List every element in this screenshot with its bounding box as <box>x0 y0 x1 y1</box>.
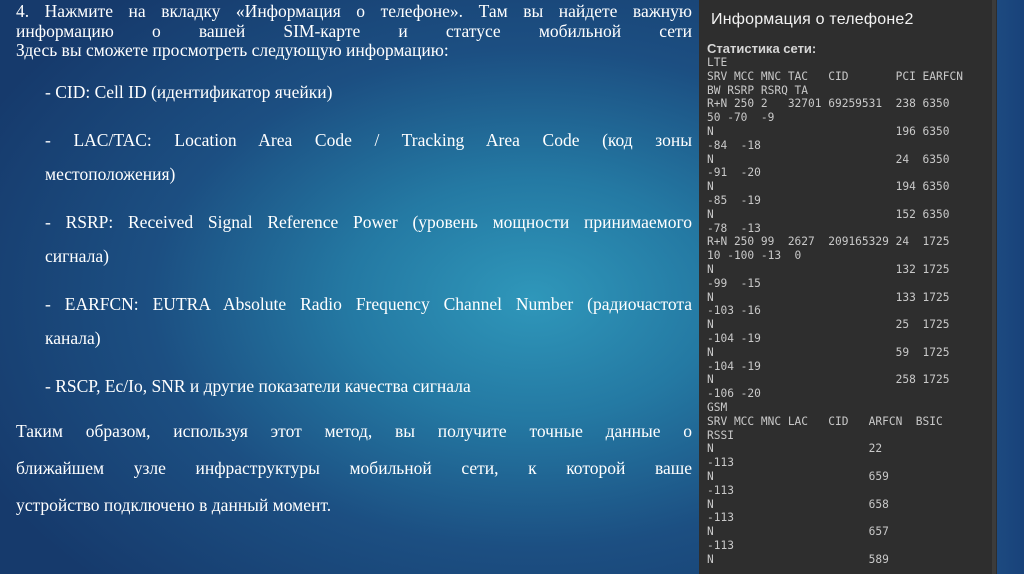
network-stats-line: RSSI <box>707 428 734 442</box>
network-stats-line: N 22 <box>707 442 883 456</box>
bullet-list: - CID: Cell ID (идентификатор ячейки) - … <box>45 75 692 403</box>
network-stats-line: -113 <box>707 483 734 497</box>
network-stats-line: -106 -20 <box>707 387 761 401</box>
bullet-line: сигнала) <box>45 245 109 266</box>
network-stats-line: R+N 250 99 2627 209165329 24 1725 <box>707 235 950 249</box>
network-stats-line: N 194 6350 <box>707 180 950 194</box>
network-stats-line: 50 -70 -9 <box>707 111 775 125</box>
bullet-line: - RSRP: Received Signal Reference Power … <box>45 211 692 232</box>
network-stats-line: -113 <box>707 511 734 525</box>
network-stats-line: -104 -19 <box>707 331 761 345</box>
network-stats-heading: Статистика сети: <box>707 41 817 56</box>
network-stats-line: -113 <box>707 538 734 552</box>
network-stats-line: SRV MCC MNC TAC CID PCI EARFCN <box>707 69 963 83</box>
bullet-line: канала) <box>45 327 101 348</box>
network-stats-line: N 589 <box>707 552 889 566</box>
bullet-line: местоположения) <box>45 163 176 184</box>
conclusion-paragraph: Таким образом, используя этот метод, вы … <box>16 413 692 524</box>
network-stats-line: -104 -19 <box>707 359 761 373</box>
network-stats-line: -113 <box>707 456 734 470</box>
network-stats-line: SRV MCC MNC LAC CID ARFCN BSIC <box>707 414 943 428</box>
bullet-earfcn: - EARFCN: EUTRA Absolute Radio Frequency… <box>45 287 692 355</box>
scrollbar[interactable] <box>992 0 996 574</box>
network-stats-line: N 133 1725 <box>707 290 950 304</box>
network-stats-line: -85 -19 <box>707 193 761 207</box>
bullet-line: - LAC/TAC: Location Area Code / Tracking… <box>45 129 692 150</box>
network-stats-line: N 24 6350 <box>707 152 950 166</box>
conclusion-line: устройство подключено в данный момент. <box>16 494 332 515</box>
network-stats-line: GSM <box>707 400 728 414</box>
conclusion-line: Таким образом, используя этот метод, вы … <box>16 420 692 441</box>
bullet-line: - EARFCN: EUTRA Absolute Radio Frequency… <box>45 293 692 314</box>
intro-line: информацию о вашей SIM-карте и статусе м… <box>16 20 692 41</box>
phone-title: Информация о телефоне2 <box>711 11 914 28</box>
intro-line: Здесь вы сможете просмотреть следующую и… <box>16 40 449 60</box>
network-stats-list[interactable]: LTE SRV MCC MNC TAC CID PCI EARFCN BW RSRP… <box>699 56 997 566</box>
network-stats-line: N 196 6350 <box>707 124 950 138</box>
network-stats-line: N 658 <box>707 497 889 511</box>
bullet-rsrp: - RSRP: Received Signal Reference Power … <box>45 205 692 273</box>
network-stats-line: 10 -100 -13 0 <box>707 249 802 263</box>
bullet-line: - CID: Cell ID (идентификатор ячейки) <box>45 81 333 102</box>
intro-paragraph: 4. Нажмите на вкладку «Информация о теле… <box>16 1 692 61</box>
slide-right-edge <box>997 0 1024 574</box>
phone-app-bar: Информация о телефоне2 <box>699 0 997 40</box>
bullet-lac-tac: - LAC/TAC: Location Area Code / Tracking… <box>45 123 692 191</box>
network-stats-line: LTE <box>707 56 728 69</box>
slide-text-block: 4. Нажмите на вкладку «Информация о теле… <box>16 1 692 524</box>
network-stats-line: N 25 1725 <box>707 318 950 332</box>
intro-line: 4. Нажмите на вкладку «Информация о теле… <box>16 1 692 21</box>
bullet-rscp: - RSCP, Ec/Io, SNR и другие показатели к… <box>45 369 692 403</box>
network-stats-line: -99 -15 <box>707 276 761 290</box>
network-stats-line: -78 -13 <box>707 221 761 235</box>
network-stats-line: BW RSRP RSRQ TA <box>707 83 809 97</box>
network-stats-line: N 152 6350 <box>707 207 950 221</box>
phone-screenshot: Информация о телефоне2 Статистика сети: … <box>699 0 997 574</box>
bullet-cid: - CID: Cell ID (идентификатор ячейки) <box>45 75 692 109</box>
network-stats-line: -84 -18 <box>707 138 761 152</box>
network-stats-line: N 657 <box>707 525 889 539</box>
network-stats-line: N 132 1725 <box>707 262 950 276</box>
bullet-line: - RSCP, Ec/Io, SNR и другие показатели к… <box>45 375 471 396</box>
network-stats-line: -103 -16 <box>707 304 761 318</box>
network-stats-line: N 659 <box>707 469 889 483</box>
conclusion-line: ближайшем узле инфраструктуры мобильной … <box>16 457 692 478</box>
network-stats-line: N 258 1725 <box>707 373 950 387</box>
network-stats-line: -91 -20 <box>707 166 761 180</box>
network-stats-line: N 59 1725 <box>707 345 950 359</box>
network-stats-line: R+N 250 2 32701 69259531 238 6350 <box>707 97 950 111</box>
